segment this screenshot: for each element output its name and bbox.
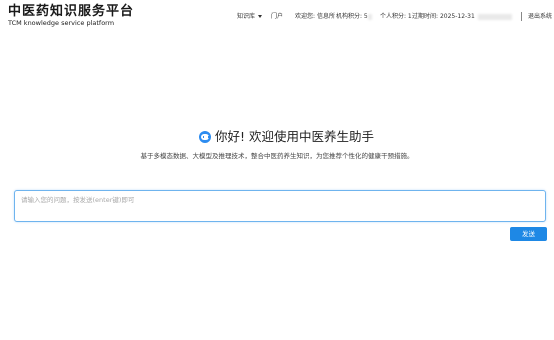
question-input-box: [14, 190, 546, 222]
logo-subtitle: TCM knowledge service platform: [8, 19, 115, 27]
nav-knowledge-base[interactable]: 知识库: [237, 13, 263, 21]
page-title: 你好! 欢迎使用中医养生助手: [215, 129, 374, 144]
blurred-user-info: [478, 13, 512, 21]
expiry-date: 2025-12-31: [439, 13, 475, 20]
personal-points-label: 个人积分: 1: [380, 13, 412, 20]
logo-title: 中医药知识服务平台: [8, 4, 135, 19]
blurred-value: [478, 13, 512, 20]
nav-divider: [521, 12, 522, 21]
question-input[interactable]: [15, 191, 545, 221]
robot-assistant-icon: [199, 131, 211, 143]
top-header: 中医药知识服务平台 TCM knowledge service platform…: [0, 0, 554, 32]
send-button[interactable]: 发送: [510, 227, 547, 241]
welcome-name: 信息所: [316, 13, 335, 20]
logout-link[interactable]: 退出系统: [528, 13, 552, 21]
org-points-label: 机构积分: 5: [336, 13, 368, 20]
welcome-text: 欢迎您: 信息所: [295, 13, 335, 21]
chevron-down-icon: [258, 15, 263, 18]
personal-points: 个人积分: 1: [380, 13, 412, 21]
nav-portal[interactable]: 门户: [271, 13, 283, 21]
platform-logo[interactable]: 中医药知识服务平台 TCM knowledge service platform: [8, 4, 135, 28]
welcome-label: 欢迎您:: [295, 13, 317, 20]
page-subtitle: 基于多模态数据、大模型及推理技术，整合中医药养生知识，为您推荐个性化的健康干预措…: [140, 152, 414, 160]
org-points: 机构积分: 5: [336, 13, 372, 21]
nav-knowledge-base-label: 知识库: [237, 13, 256, 20]
expiry-label: 过期时间:: [412, 13, 440, 20]
expiry-info: 过期时间: 2025-12-31: [412, 13, 475, 21]
blurred-value: [367, 13, 372, 20]
